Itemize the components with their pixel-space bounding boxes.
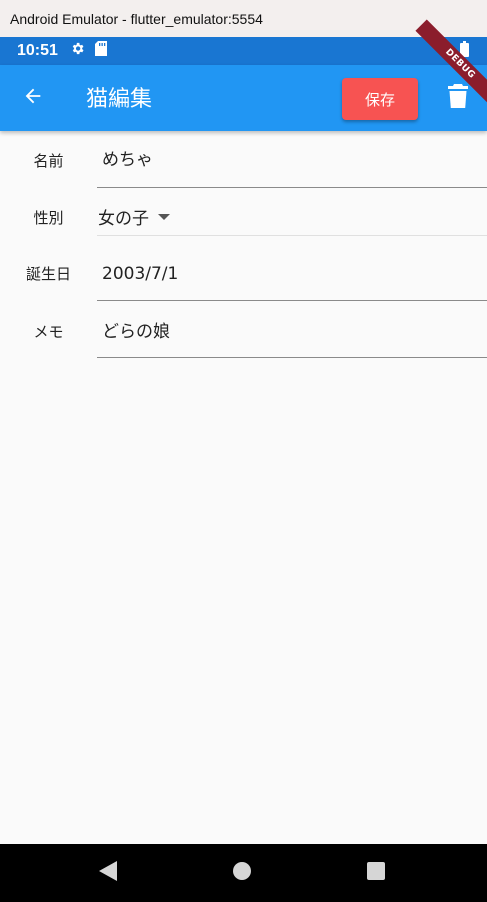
name-label: 名前	[33, 152, 64, 170]
save-button[interactable]: 保存	[342, 78, 418, 120]
circle-home-icon	[233, 862, 251, 884]
gender-row: 性別 女の子	[0, 189, 487, 236]
delete-button[interactable]	[446, 83, 470, 113]
birthday-row: 誕生日 2003/7/1	[0, 236, 487, 302]
page-title: 猫編集	[86, 87, 153, 112]
gender-dropdown[interactable]: 女の子	[97, 197, 487, 236]
gear-icon	[70, 41, 85, 61]
nav-recents-button[interactable]	[363, 860, 389, 886]
name-input[interactable]: めちゃ	[97, 131, 487, 188]
status-bar: 10:51	[0, 37, 487, 65]
triangle-back-icon	[99, 861, 117, 885]
memo-row: メモ どらの娘	[0, 302, 487, 359]
back-button[interactable]	[18, 83, 48, 113]
birthday-label: 誕生日	[25, 265, 71, 283]
gender-label: 性別	[33, 209, 64, 227]
memo-input[interactable]: どらの娘	[97, 302, 487, 358]
birthday-input[interactable]: 2003/7/1	[97, 236, 487, 301]
app-bar: 猫編集 保存	[0, 65, 487, 131]
nav-home-button[interactable]	[229, 860, 255, 886]
nav-back-button[interactable]	[95, 860, 121, 886]
arrow-back-icon	[22, 85, 44, 111]
sd-card-icon	[94, 41, 107, 61]
gender-value: 女の子	[98, 208, 149, 229]
square-recents-icon	[367, 862, 385, 884]
status-time: 10:51	[17, 42, 58, 59]
navigation-bar	[0, 844, 487, 902]
memo-label: メモ	[33, 323, 64, 341]
window-title: Android Emulator - flutter_emulator:5554	[10, 10, 263, 27]
window-title-bar: Android Emulator - flutter_emulator:5554	[0, 0, 487, 37]
name-row: 名前 めちゃ	[0, 131, 487, 189]
dropdown-arrow-icon	[158, 214, 170, 220]
trash-icon	[448, 84, 468, 112]
